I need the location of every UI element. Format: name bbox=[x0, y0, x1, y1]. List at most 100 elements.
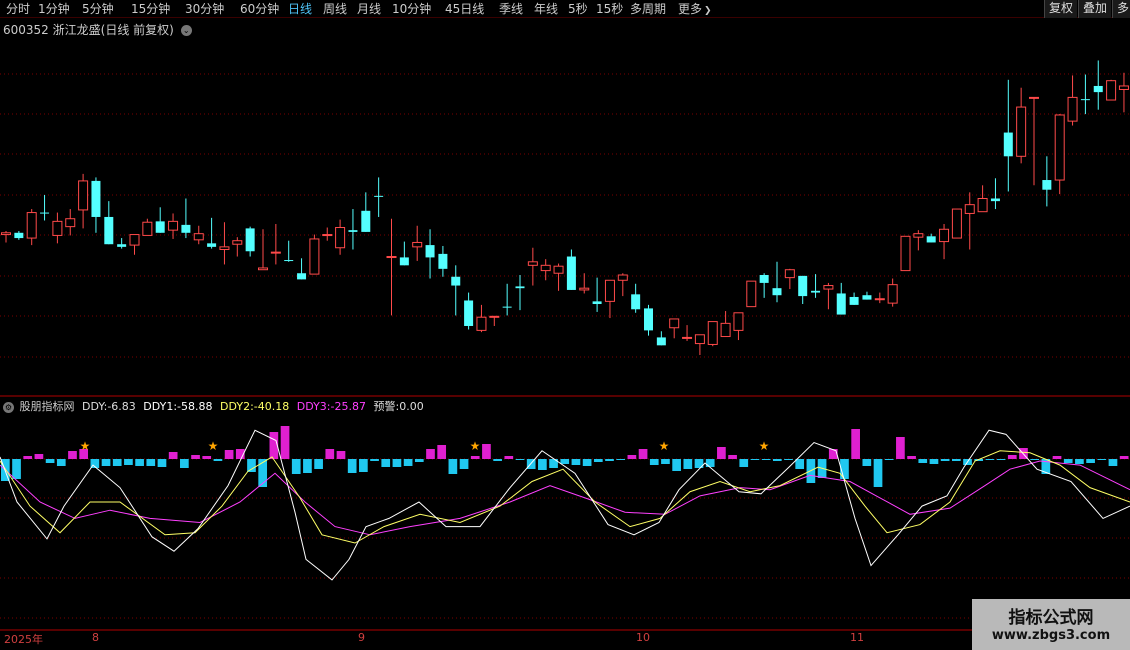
candle-body-down bbox=[566, 256, 576, 290]
star-icon: ★ bbox=[470, 439, 481, 453]
bar-negative bbox=[705, 459, 715, 467]
bar-negative bbox=[247, 459, 256, 472]
candle-body-down bbox=[515, 286, 525, 289]
candle-body-down bbox=[836, 293, 846, 315]
bar-negative bbox=[784, 459, 793, 460]
candle-body-up bbox=[412, 241, 423, 248]
bar-negative bbox=[12, 459, 21, 479]
bar-negative bbox=[873, 459, 883, 487]
candle-body-down bbox=[207, 243, 217, 247]
bar-negative bbox=[213, 459, 223, 461]
candle-body-up bbox=[900, 235, 911, 272]
bar-positive bbox=[851, 429, 860, 459]
bar-negative bbox=[314, 459, 323, 469]
candle-body-down bbox=[399, 257, 409, 266]
alert-value: 0.00 bbox=[399, 400, 424, 413]
gear-icon[interactable]: ⚙ bbox=[3, 401, 14, 413]
bar-negative bbox=[180, 459, 189, 468]
bar-negative bbox=[795, 459, 805, 469]
bar-positive bbox=[638, 449, 648, 459]
bar-negative bbox=[381, 459, 391, 467]
bar-positive bbox=[34, 454, 44, 459]
candle-body-up bbox=[887, 284, 898, 304]
chart-canvas[interactable]: ★ ★ ★ ★ ★ bbox=[0, 0, 1130, 650]
bar-positive bbox=[896, 437, 905, 459]
candle-body-down bbox=[181, 224, 191, 233]
bar-negative bbox=[291, 459, 301, 474]
indicator-info: ⚙ 股朋指标网 DDY:-6.83 DDY1:-58.88 DDY2:-40.1… bbox=[3, 398, 424, 414]
candle-body-up bbox=[746, 280, 757, 308]
bar-negative bbox=[448, 459, 458, 474]
candle-body-down bbox=[926, 236, 936, 243]
candle-body-down bbox=[759, 274, 769, 283]
candle-body-up bbox=[694, 334, 705, 345]
candle-body-down bbox=[656, 337, 666, 346]
candle-body-down bbox=[811, 290, 821, 293]
date-label-aug: 8 bbox=[92, 631, 99, 644]
stock-name: 浙江龙盛 bbox=[52, 23, 101, 37]
bar-positive bbox=[325, 449, 335, 459]
bar-positive bbox=[482, 444, 491, 459]
bar-negative bbox=[403, 459, 413, 466]
candle-body-up bbox=[335, 227, 346, 249]
candle-body-up bbox=[669, 318, 680, 329]
candle-body-up bbox=[1, 232, 11, 236]
candle-body-up bbox=[26, 212, 37, 239]
candle-body-up bbox=[52, 220, 63, 236]
candle-body-up bbox=[476, 316, 487, 331]
candle-body-up bbox=[1029, 96, 1039, 99]
candle-body-up bbox=[964, 204, 975, 214]
candle-body-down bbox=[284, 260, 294, 262]
date-label-sep: 9 bbox=[358, 631, 365, 644]
ddy2-line bbox=[0, 450, 1130, 544]
bar-negative bbox=[157, 459, 167, 467]
bar-negative bbox=[1097, 459, 1107, 460]
stock-info: 600352 浙江龙盛(日线 前复权) ⌄ bbox=[3, 21, 192, 38]
bar-positive bbox=[426, 449, 435, 459]
candle-body-up bbox=[65, 218, 76, 228]
bar-positive bbox=[280, 426, 290, 459]
candle-body-down bbox=[631, 294, 641, 310]
bar-negative bbox=[918, 459, 928, 463]
chevron-down-icon[interactable]: ⌄ bbox=[180, 25, 192, 36]
candle-body-up bbox=[168, 220, 179, 231]
candle-body-up bbox=[270, 251, 281, 254]
candle-body-up bbox=[193, 233, 204, 241]
bar-negative bbox=[56, 459, 66, 466]
bar-negative bbox=[672, 459, 681, 471]
bar-negative bbox=[538, 459, 547, 470]
bar-positive bbox=[437, 445, 447, 459]
candle-body-down bbox=[438, 253, 448, 269]
candle-body-down bbox=[348, 230, 358, 232]
candle-body-down bbox=[464, 300, 474, 326]
candle-body-up bbox=[939, 228, 950, 243]
candle-body-up bbox=[540, 264, 551, 272]
date-label-nov: 11 bbox=[850, 631, 864, 644]
candle-body-up bbox=[1118, 85, 1129, 90]
bar-negative bbox=[347, 459, 357, 473]
bar-positive bbox=[1007, 455, 1017, 459]
bar-negative bbox=[1108, 459, 1118, 466]
candle-body-up bbox=[707, 321, 718, 345]
bar-negative bbox=[370, 459, 379, 461]
candle-body-down bbox=[425, 245, 435, 258]
candle-body-up bbox=[579, 287, 590, 291]
star-icon: ★ bbox=[208, 439, 219, 453]
candle-body-up bbox=[913, 233, 924, 238]
candle-body-down bbox=[862, 295, 872, 300]
ddy2-label: DDY2: bbox=[220, 400, 254, 413]
bar-positive bbox=[907, 456, 916, 459]
ddy3-label: DDY3: bbox=[296, 400, 331, 413]
candle-body-down bbox=[772, 288, 782, 296]
bar-negative bbox=[582, 459, 592, 466]
candle-body-up bbox=[258, 267, 268, 271]
ddy-label: DDY: bbox=[82, 400, 108, 413]
candle-body-down bbox=[104, 216, 114, 245]
candle-body-up bbox=[1106, 80, 1117, 101]
grid-lines bbox=[0, 73, 1130, 631]
indicator-name[interactable]: 股朋指标网 bbox=[20, 400, 75, 413]
bar-negative bbox=[772, 459, 782, 461]
candle-body-up bbox=[527, 261, 538, 266]
candle-body-down bbox=[297, 273, 307, 280]
bar-negative bbox=[392, 459, 402, 467]
